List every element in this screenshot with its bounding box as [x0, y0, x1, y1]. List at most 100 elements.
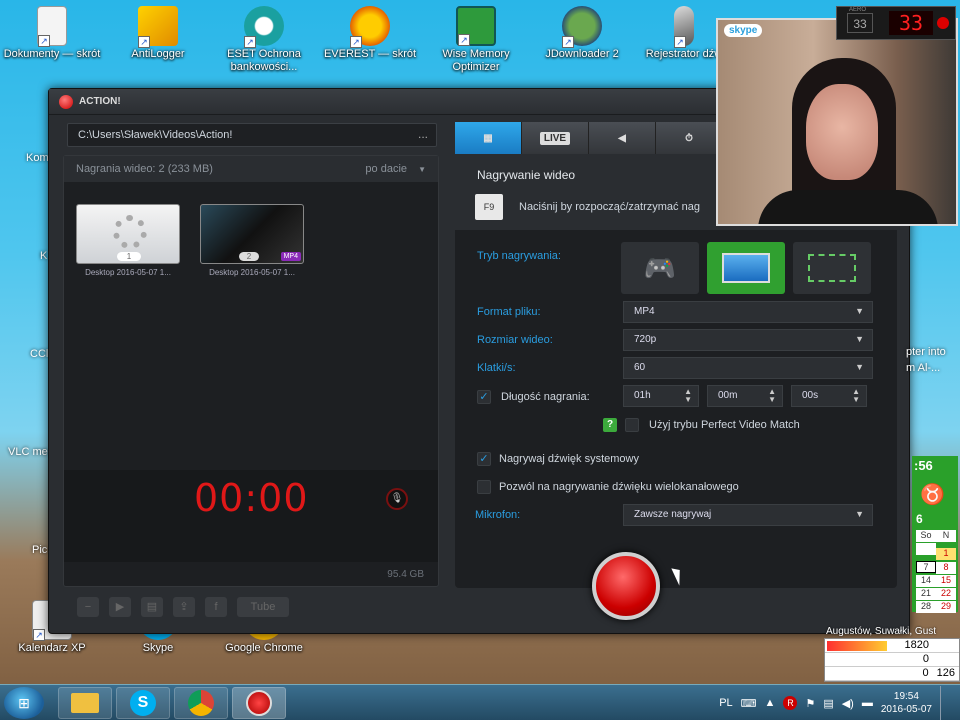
- output-path-field[interactable]: C:\Users\Sławek\Videos\Action!: [67, 123, 437, 147]
- desktop-icon-antilogger[interactable]: ↗ AntiLogger: [108, 6, 208, 61]
- desktop-mode-button[interactable]: [707, 242, 785, 294]
- perfect-match-label: Użyj trybu Perfect Video Match: [649, 419, 800, 431]
- browse-path-button[interactable]: ...: [409, 123, 437, 147]
- flag-icon[interactable]: ⚑: [805, 697, 815, 710]
- calendar-cell: 22: [936, 588, 956, 600]
- calendar-day-header: So: [916, 530, 936, 542]
- network-icon[interactable]: ▤: [823, 697, 833, 710]
- desktop-icon-label: JDownloader 2: [545, 48, 619, 60]
- fps-select[interactable]: 60 ▼: [623, 357, 873, 379]
- multichannel-checkbox[interactable]: [477, 480, 491, 494]
- gadget-time: :56: [914, 458, 933, 473]
- language-indicator[interactable]: PL: [719, 697, 732, 709]
- microphone-select[interactable]: Zawsze nagrywaj ▼: [623, 504, 873, 526]
- chrome-icon: [188, 690, 214, 716]
- tab-benchmark[interactable]: ⏱: [656, 122, 723, 154]
- tray-more-icon[interactable]: ▲: [765, 697, 776, 709]
- zodiac-icon: ♉: [920, 484, 945, 506]
- video-size-select[interactable]: 720p ▼: [623, 329, 873, 351]
- power-icon[interactable]: ▬: [862, 697, 873, 709]
- record-icon: [246, 690, 272, 716]
- taskbar-explorer[interactable]: [58, 687, 112, 719]
- tab-video[interactable]: ▦: [455, 122, 522, 154]
- show-desktop-button[interactable]: [940, 686, 950, 720]
- facebook-icon[interactable]: f: [205, 597, 227, 617]
- chevron-down-icon: ▼: [855, 306, 864, 316]
- stats-gadget: 1820 0 0 126: [824, 638, 960, 682]
- skype-video-window[interactable]: skype: [716, 18, 958, 226]
- thumb-caption: Desktop 2016-05-07 1...: [85, 268, 171, 277]
- desktop-icon-label: Google Chrome: [225, 642, 303, 654]
- video-face: [806, 84, 878, 180]
- usage-bar: [827, 641, 887, 651]
- spinner-icon: ▲ ▼: [768, 387, 776, 404]
- everest-icon: ↗: [350, 6, 390, 48]
- folder-icon[interactable]: ▤: [141, 597, 163, 617]
- calendar-grid: So N 1 78 14 15 21 22 28 29: [916, 530, 958, 614]
- memory-chip-icon: ↗: [456, 6, 496, 46]
- desktop-icon-wise-memory[interactable]: ↗ Wise Memory Optimizer: [426, 6, 526, 74]
- system-audio-checkbox[interactable]: ✓: [477, 452, 491, 466]
- format-select[interactable]: MP4 ▼: [623, 301, 873, 323]
- calendar-cell: 14: [916, 575, 936, 587]
- calendar-cell: 29: [936, 601, 956, 613]
- duration-hours[interactable]: 01h ▲ ▼: [623, 385, 699, 407]
- recording-thumbnail[interactable]: MP4 2 Desktop 2016-05-07 1...: [200, 204, 304, 277]
- record-logo-icon: [59, 94, 73, 109]
- skype-logo: skype: [724, 24, 763, 37]
- keyboard-icon[interactable]: ⌨: [741, 697, 757, 710]
- perfect-match-checkbox[interactable]: [625, 418, 639, 432]
- tab-live[interactable]: LIVE: [522, 122, 589, 154]
- windows-logo-icon: ⊞: [18, 695, 30, 711]
- volume-icon[interactable]: ◀): [842, 697, 854, 710]
- calendar-cell: 1: [936, 548, 956, 560]
- stats-row: 0: [825, 653, 959, 667]
- tab-audio[interactable]: ◀: [589, 122, 656, 154]
- desktop-icon-jdownloader[interactable]: ↗ JDownloader 2: [532, 6, 632, 61]
- monitor-icon: [722, 253, 770, 283]
- speaker-icon: ◀: [618, 132, 626, 144]
- taskbar-skype[interactable]: S: [116, 687, 170, 719]
- sort-dropdown[interactable]: po dacie ▼: [365, 163, 426, 175]
- loading-spinner-icon: [113, 215, 147, 249]
- hotkey-hint: Naciśnij by rozpocząć/zatrzymać nag: [519, 201, 700, 213]
- clock[interactable]: 19:54 2016-05-07: [881, 690, 932, 716]
- desktop-icon-documents[interactable]: ↗ Dokumenty — skrót: [2, 6, 102, 61]
- region-mode-button[interactable]: [793, 242, 871, 294]
- hotkey-button[interactable]: F9: [475, 194, 503, 220]
- microphone-icon: 🎙: [390, 493, 404, 504]
- microphone-toggle[interactable]: 🎙: [386, 488, 408, 510]
- duration-seconds[interactable]: 00s ▲ ▼: [791, 385, 867, 407]
- desktop-icon-everest[interactable]: ↗ EVEREST — skrót: [320, 6, 420, 61]
- video-body: [758, 190, 938, 224]
- bottom-toolbar: − ▶ ▤ ⇪ f Tube: [77, 597, 289, 617]
- multichannel-label: Pozwól na nagrywanie dźwięku wielokanało…: [499, 481, 739, 493]
- game-mode-button[interactable]: 🎮: [621, 242, 699, 294]
- taskbar-chrome[interactable]: [174, 687, 228, 719]
- play-icon[interactable]: ▶: [109, 597, 131, 617]
- section-title: Nagrywanie wideo: [477, 168, 576, 182]
- jdownloader-icon: ↗: [562, 6, 602, 48]
- calendar-cell: 21: [916, 588, 936, 600]
- desktop-icon-eset[interactable]: ↗ ESET Ochrona bankowości...: [214, 6, 314, 74]
- taskbar-action[interactable]: [232, 687, 286, 719]
- thumb-number: 2: [239, 252, 259, 261]
- weather-location[interactable]: Augustów, Suwałki, Gust: [826, 626, 936, 637]
- desktop-icon-label: Wise Memory Optimizer: [442, 48, 510, 73]
- upload-icon[interactable]: ⇪: [173, 597, 195, 617]
- duration-minutes[interactable]: 00m ▲ ▼: [707, 385, 783, 407]
- recording-thumbnail[interactable]: 1 Desktop 2016-05-07 1...: [76, 204, 180, 277]
- record-button[interactable]: [592, 552, 660, 620]
- youtube-button[interactable]: Tube: [237, 597, 289, 617]
- record-timer: 00:00: [194, 476, 309, 520]
- desktop-icon-label: AntiLogger: [131, 48, 185, 60]
- calendar-cell: [916, 543, 936, 555]
- partial-label: CCl: [30, 348, 49, 360]
- start-button[interactable]: ⊞: [4, 687, 44, 719]
- minus-icon[interactable]: −: [77, 597, 99, 617]
- chevron-down-icon: ▼: [855, 362, 864, 372]
- help-icon[interactable]: ?: [603, 418, 617, 432]
- duration-checkbox[interactable]: ✓: [477, 390, 491, 404]
- calendar-gadget[interactable]: :56 ♉ 6 So N 1 78 14 15 21 22 28 29: [912, 456, 958, 614]
- action-tray-icon[interactable]: R: [783, 696, 798, 710]
